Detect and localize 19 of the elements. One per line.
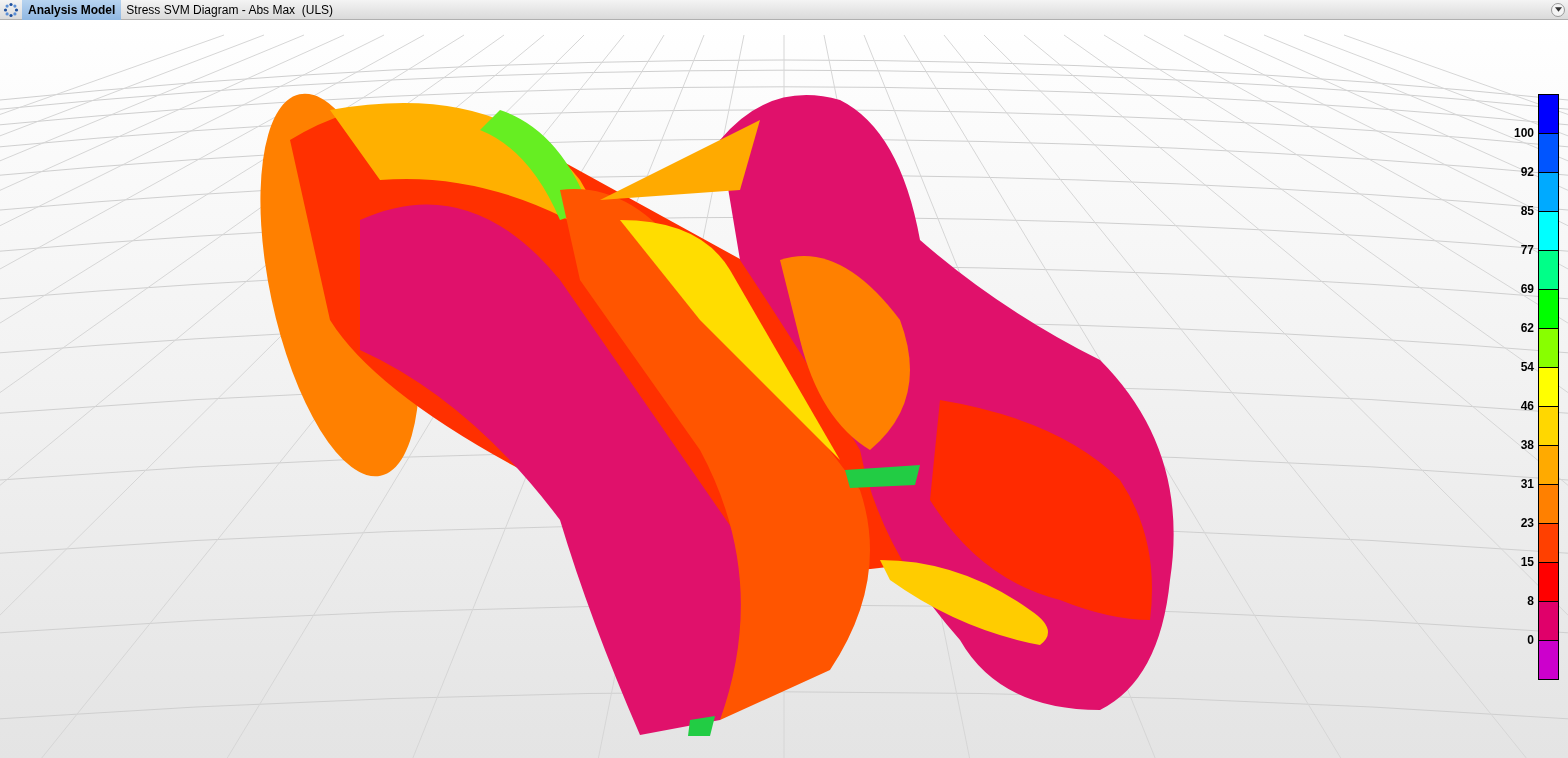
legend-value: 85: [1520, 204, 1534, 218]
caret-icon: [1554, 7, 1562, 12]
diagram-title: Stress SVM Diagram - Abs Max (ULS): [125, 2, 334, 17]
legend-value: 8: [1527, 594, 1534, 608]
legend-value: 46: [1520, 399, 1534, 413]
legend-value: 15: [1520, 555, 1534, 569]
legend-value: 54: [1520, 360, 1534, 374]
legend-value: 38: [1520, 438, 1534, 452]
legend-value: 69: [1520, 282, 1534, 296]
legend-value: 92: [1520, 165, 1534, 179]
dropdown-button[interactable]: [1551, 2, 1565, 17]
legend-value: 100: [1513, 126, 1534, 140]
legend-value: 31: [1520, 477, 1534, 491]
legend-value: 0: [1527, 633, 1534, 647]
view-tab[interactable]: Analysis Model: [22, 0, 122, 20]
legend-value: 77: [1520, 243, 1534, 257]
legend-value: 23: [1520, 516, 1534, 530]
legend-value: 62: [1520, 321, 1534, 335]
dotted-circle-icon: [3, 1, 19, 18]
